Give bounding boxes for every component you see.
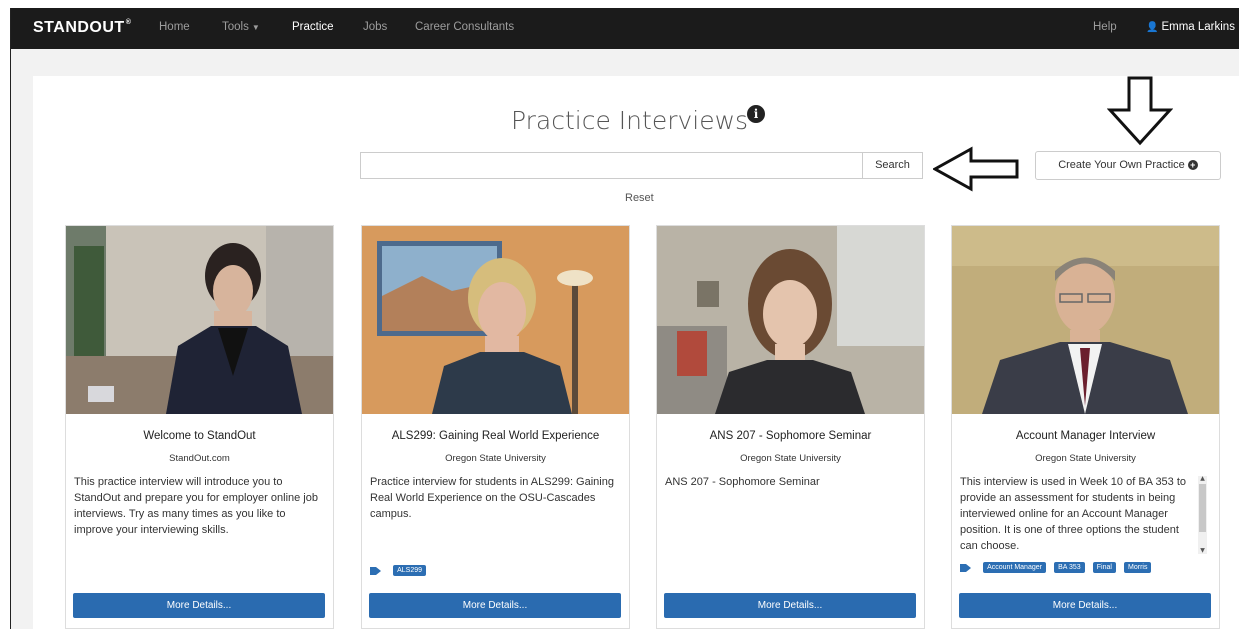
card-description: This interview is used in Week 10 of BA … [960,476,1187,552]
user-icon: 👤 [1146,22,1159,33]
card-organization: Oregon State University [740,453,841,464]
card-organization: Oregon State University [445,453,546,464]
down-arrow-icon [1107,76,1173,146]
card-title[interactable]: Welcome to StandOut [66,430,333,442]
card-description: Practice interview for students in ALS29… [370,476,614,520]
tag-icon [370,566,381,575]
tag-icon [960,563,971,572]
nav-jobs[interactable]: Jobs [363,21,387,33]
top-navbar: STANDOUT® Home Tools ▼ Practice Jobs Care… [11,8,1239,49]
search-button[interactable]: Search [862,152,923,179]
page-title: Practice Interviews [511,106,749,135]
card-organization: Oregon State University [1035,453,1136,464]
interview-card[interactable]: Account Manager Interview Oregon State U… [951,225,1220,629]
interview-card[interactable]: ANS 207 - Sophomore Seminar Oregon State… [656,225,925,629]
card-title[interactable]: Account Manager Interview [952,430,1219,442]
left-arrow-icon [933,146,1019,192]
content-panel: Practice Interviews i Search Reset Creat… [33,76,1239,629]
app-frame: STANDOUT® Home Tools ▼ Practice Jobs Care… [10,8,1239,629]
caret-down-icon: ▼ [251,23,260,32]
card-title[interactable]: ANS 207 - Sophomore Seminar [657,430,924,442]
nav-career-consultants[interactable]: Career Consultants [415,21,514,33]
nav-home[interactable]: Home [159,21,190,33]
card-description: This practice interview will introduce y… [74,476,318,536]
tag-list: Account Manager BA 353 Final Morris [960,557,1154,573]
more-details-button[interactable]: More Details... [73,593,325,618]
more-details-button[interactable]: More Details... [664,593,916,618]
card-title[interactable]: ALS299: Gaining Real World Experience [362,430,629,442]
plus-circle-icon: + [1187,160,1198,170]
info-icon[interactable]: i [747,105,765,123]
interview-card[interactable]: ALS299: Gaining Real World Experience Or… [361,225,630,629]
brand-logo[interactable]: STANDOUT® [33,19,131,37]
tag-badge[interactable]: BA 353 [1054,562,1085,573]
reset-link[interactable]: Reset [625,192,654,204]
scroll-down-icon[interactable]: ▼ [1199,548,1206,554]
card-description: ANS 207 - Sophomore Seminar [665,476,820,488]
more-details-button[interactable]: More Details... [369,593,621,618]
card-thumbnail[interactable] [952,226,1219,414]
tag-list: ALS299 [370,560,429,576]
tag-badge[interactable]: Account Manager [983,562,1046,573]
tag-badge[interactable]: ALS299 [393,565,427,576]
card-thumbnail[interactable] [362,226,629,414]
scrollbar-thumb[interactable] [1199,484,1206,532]
card-organization: StandOut.com [169,453,230,464]
tag-badge[interactable]: Final [1092,562,1116,573]
scroll-up-icon[interactable]: ▲ [1199,476,1206,482]
search-input[interactable] [360,152,863,179]
more-details-button[interactable]: More Details... [959,593,1211,618]
tag-badge[interactable]: Morris [1124,562,1152,573]
nav-practice[interactable]: Practice [292,21,334,33]
description-scrollbar[interactable]: ▲ ▼ [1198,476,1207,554]
nav-user-menu[interactable]: 👤 Emma Larkins [1146,21,1235,33]
nav-tools[interactable]: Tools ▼ [222,21,260,33]
interview-card[interactable]: Welcome to StandOut StandOut.com This pr… [65,225,334,629]
nav-help[interactable]: Help [1093,21,1117,33]
create-practice-button[interactable]: Create Your Own Practice + [1035,151,1221,180]
card-thumbnail[interactable] [657,226,924,414]
card-thumbnail[interactable] [66,226,333,414]
